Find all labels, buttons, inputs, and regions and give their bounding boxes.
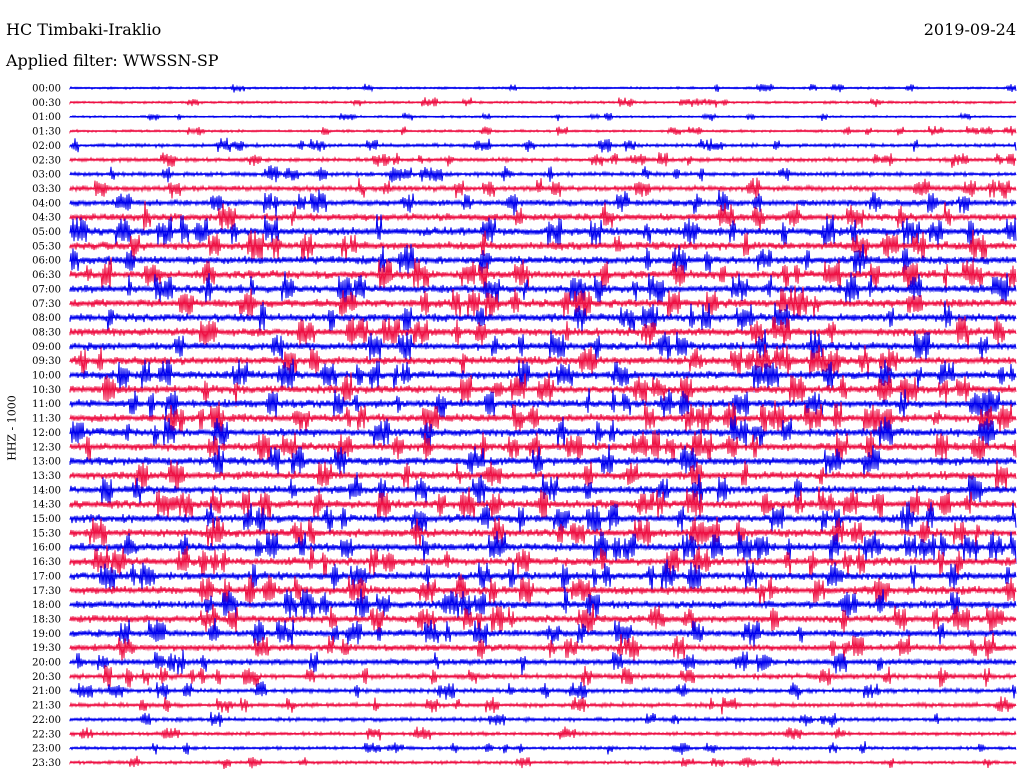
row-time-label: 12:30 [32,442,61,453]
row-time-label: 11:30 [32,414,61,425]
row-time-label: 21:30 [32,701,61,712]
row-time-label: 03:30 [32,184,61,195]
row-time-label: 22:30 [32,729,61,740]
row-time-label: 12:00 [32,428,61,439]
tick-label-layer: 00:00 00:30 01:00 01:30 02:00 02:30 03:00 03:30… [32,84,61,769]
row-time-label: 22:00 [32,715,61,726]
row-time-label: 01:30 [32,127,61,138]
row-time-label: 04:30 [32,213,61,224]
row-time-label: 05:30 [32,241,61,252]
row-time-label: 06:00 [32,256,61,267]
row-time-label: 00:30 [32,98,61,109]
row-time-label: 02:30 [32,155,61,166]
row-time-label: 01:00 [32,112,61,123]
row-time-label: 13:00 [32,457,61,468]
row-time-label: 07:00 [32,284,61,295]
row-time-label: 10:30 [32,385,61,396]
row-time-label: 23:00 [32,744,61,755]
row-time-label: 21:00 [32,686,61,697]
row-time-label: 08:30 [32,327,61,338]
row-time-label: 05:00 [32,227,61,238]
helicorder-plot: 00:00 00:30 01:00 01:30 02:00 02:30 03:00 03:30… [32,83,1017,769]
row-time-label: 17:30 [32,586,61,597]
row-time-label: 20:30 [32,672,61,683]
row-time-label: 14:00 [32,485,61,496]
row-time-label: 18:00 [32,600,61,611]
row-time-label: 20:00 [32,658,61,669]
row-time-label: 14:30 [32,500,61,511]
row-time-label: 17:00 [32,571,61,582]
row-time-label: 19:30 [32,643,61,654]
row-time-label: 23:30 [32,758,61,769]
row-time-label: 09:30 [32,356,61,367]
row-time-label: 03:00 [32,170,61,181]
row-time-label: 13:30 [32,471,61,482]
row-time-label: 16:00 [32,543,61,554]
row-time-label: 08:00 [32,313,61,324]
row-time-label: 00:00 [32,84,61,95]
row-time-label: 04:00 [32,198,61,209]
row-time-label: 15:30 [32,528,61,539]
row-time-label: 10:00 [32,371,61,382]
row-time-label: 15:00 [32,514,61,525]
trace-layer [69,83,1017,769]
row-time-label: 02:00 [32,141,61,152]
row-time-label: 11:00 [32,399,61,410]
row-time-label: 16:30 [32,557,61,568]
row-time-label: 06:30 [32,270,61,281]
row-time-label: 07:30 [32,299,61,310]
row-time-label: 19:00 [32,629,61,640]
row-time-label: 18:30 [32,614,61,625]
row-time-label: 09:00 [32,342,61,353]
